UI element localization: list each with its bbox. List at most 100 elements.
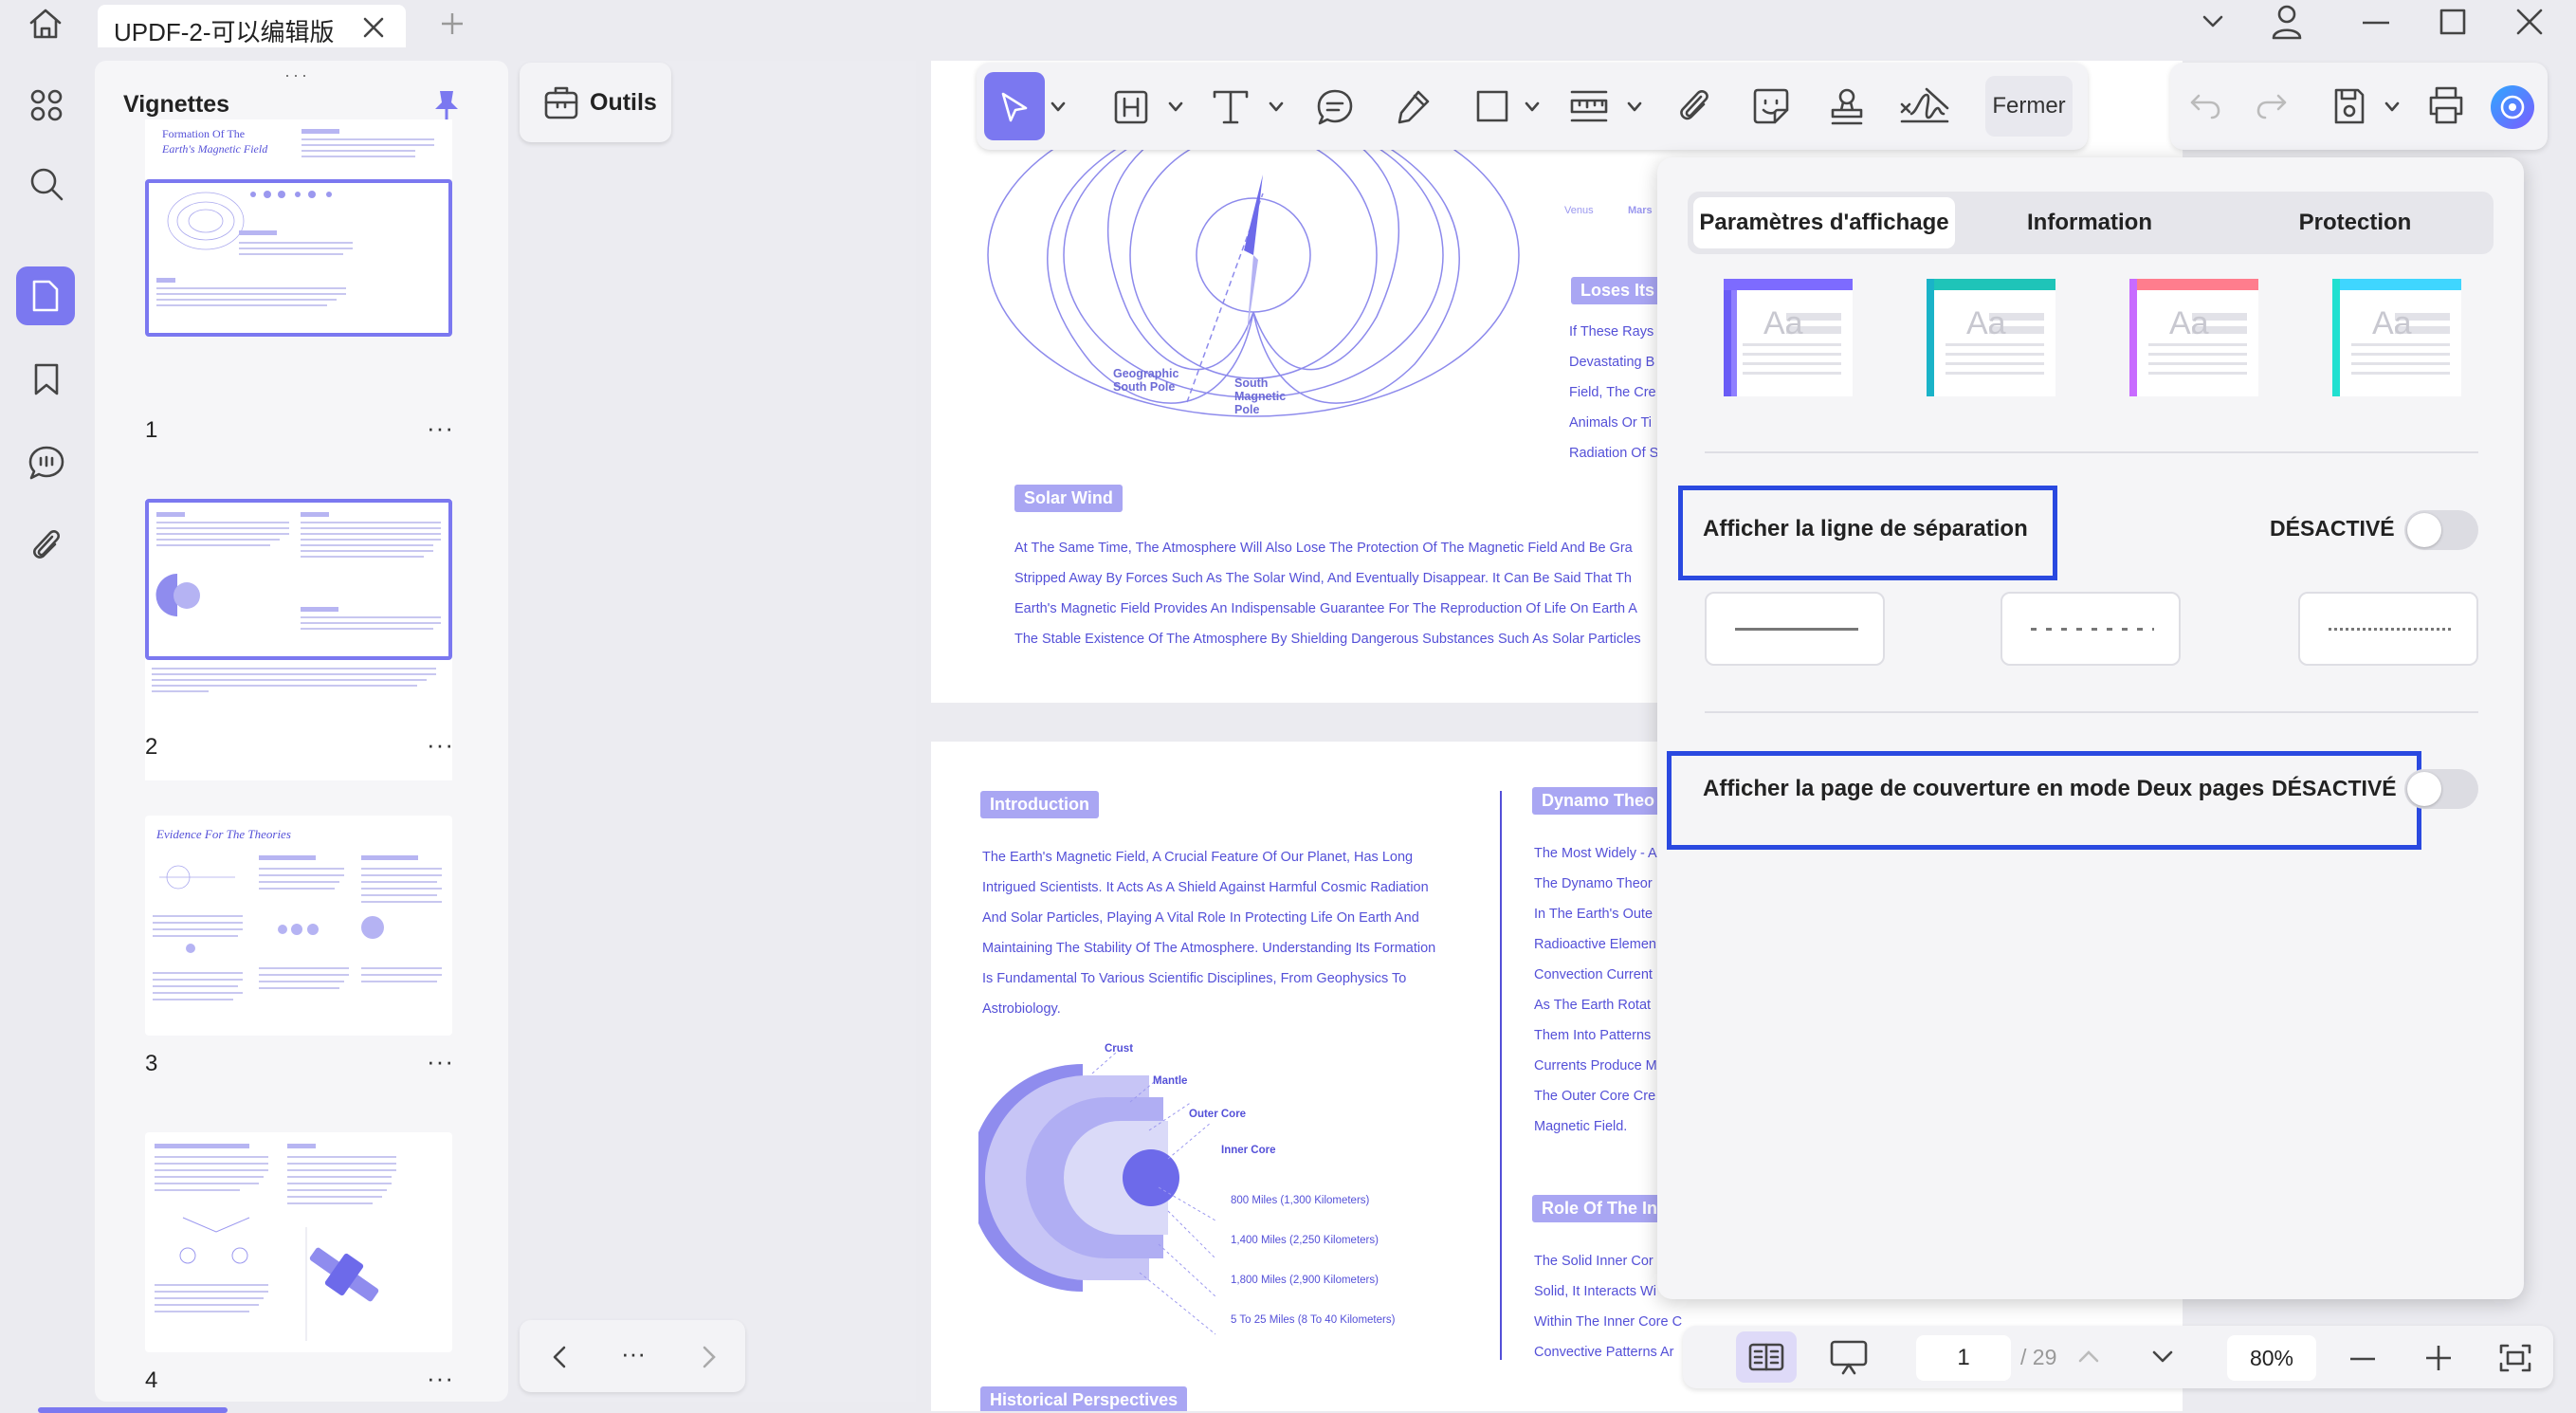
theme-sample-text: Aa [1763,305,1803,341]
thumbnails-panel: ··· Vignettes Formation Of The Formation… [95,61,508,1402]
theme-option-teal[interactable]: Aa [1927,279,2055,396]
pin-icon[interactable] [432,89,461,123]
thumbnail-page-2-footer [152,668,446,725]
thumbnails-icon[interactable] [16,266,75,325]
measure-dropdown-icon[interactable] [1627,101,1642,113]
role-line: Within The Inner Core C [1534,1314,1683,1330]
measure-icon[interactable] [1569,89,1609,123]
thumbnail-more-2[interactable]: ··· [427,730,454,760]
thumbnail-more-3[interactable]: ··· [427,1047,454,1076]
venus-label: Venus [1564,205,1594,216]
fit-page-icon[interactable] [2498,1343,2532,1373]
zoom-in-icon[interactable] [2426,1346,2451,1370]
dynamo-line: The Outer Core Cre [1534,1089,1656,1104]
outils-button[interactable]: Outils [520,63,671,142]
intro-line: Is Fundamental To Various Scientific Dis… [982,971,1407,986]
thumbnail-page-1[interactable]: Formation Of The [145,179,452,337]
zoom-input[interactable]: 80% [2227,1335,2316,1381]
dynamo-line: The Dynamo Theor [1534,876,1653,891]
new-tab-icon[interactable] [440,11,465,36]
south-pole-label: South Magnetic Pole [1234,376,1287,416]
role-line: Convective Patterns Ar [1534,1345,1674,1360]
resize-handle[interactable]: ··· [284,65,310,85]
dynamo-pill: Dynamo Theo [1532,787,1665,815]
tools-panel: Outils ··· [520,61,916,1402]
outils-label: Outils [590,89,657,116]
right-line: Devastating B [1569,355,1655,370]
redo-icon[interactable] [2256,93,2288,119]
select-dropdown-icon[interactable] [1050,101,1066,113]
account-icon[interactable] [2271,4,2303,40]
page-up-icon[interactable] [2077,1349,2100,1364]
search-icon[interactable] [17,155,76,213]
select-tool-button[interactable] [984,72,1045,140]
thumbnail-page-4[interactable] [145,1132,452,1352]
chevron-right-icon[interactable] [702,1345,717,1369]
comment-icon[interactable] [1316,88,1354,126]
chevron-left-icon[interactable] [552,1345,567,1369]
tab-information[interactable]: Information [1959,197,2220,248]
solar-line: Earth's Magnetic Field Provides An Indis… [1014,601,1637,616]
comments-icon[interactable] [17,433,76,492]
zoom-out-icon[interactable] [2350,1357,2375,1361]
thumb1-title-text: Formation Of The [162,127,246,140]
thumbnail-more-4[interactable]: ··· [427,1364,454,1393]
document-tab[interactable]: UPDF-2-可以编辑版 [98,5,406,47]
shape-dropdown-icon[interactable] [1525,101,1540,113]
separator-toggle[interactable] [2404,510,2478,550]
theme-option-cyan[interactable]: Aa [2332,279,2461,396]
nav-more[interactable]: ··· [621,1339,646,1368]
page-total: / 29 [2020,1345,2057,1369]
line-style-solid[interactable] [1705,592,1885,666]
close-tab-icon[interactable] [363,17,384,38]
cover-label: Afficher la page de couverture en mode D… [1703,776,2265,801]
text-icon[interactable] [1212,89,1250,125]
dynamo-line: Magnetic Field. [1534,1119,1628,1134]
thumbnail-page-3[interactable]: Evidence For The Theories [145,816,452,1036]
sticker-icon[interactable] [1752,87,1790,125]
right-line: Animals Or Ti [1569,415,1653,431]
tab-display-settings[interactable]: Paramètres d'affichage [1693,197,1955,248]
theme-option-purple[interactable]: Aa [1724,279,1853,396]
chevron-down-icon[interactable] [2201,14,2224,29]
line-style-dotted[interactable] [2298,592,2478,666]
attach-icon[interactable] [1676,87,1712,127]
cover-toggle[interactable] [2404,769,2478,809]
tab-protection[interactable]: Protection [2224,197,2486,248]
divider [1705,451,2478,453]
maximize-icon[interactable] [2439,9,2466,35]
dynamo-line: Them Into Patterns [1534,1028,1652,1043]
rectangle-icon[interactable] [1475,89,1509,123]
separator-label: Afficher la ligne de séparation [1703,516,2028,541]
page-down-icon[interactable] [2151,1349,2174,1365]
close-window-icon[interactable] [2516,9,2543,35]
right-line: Radiation Of S [1569,446,1659,461]
ai-assistant-icon[interactable] [2491,85,2534,129]
horizontal-scroll-indicator[interactable] [38,1407,228,1413]
stamp-icon[interactable] [1828,87,1866,127]
thumbnail-page-2[interactable] [145,499,452,660]
fermer-button[interactable]: Fermer [1985,76,2073,137]
theme-option-pink[interactable]: Aa [2129,279,2258,396]
signature-icon[interactable] [1898,85,1951,127]
save-icon[interactable] [2331,87,2366,125]
thumbnail-more-1[interactable]: ··· [427,413,454,443]
presentation-icon[interactable] [1829,1339,1869,1377]
heading-dropdown-icon[interactable] [1168,101,1183,113]
print-icon[interactable] [2426,85,2466,125]
apps-icon[interactable] [17,76,76,135]
save-dropdown-icon[interactable] [2384,101,2400,113]
text-dropdown-icon[interactable] [1269,101,1284,113]
thumbnail-number-1: 1 [145,417,158,443]
home-icon[interactable] [27,6,64,42]
pen-icon[interactable] [1394,88,1432,126]
bookmark-icon[interactable] [17,350,76,409]
cover-state: DÉSACTIVÉ [2272,776,2397,800]
two-page-view-button[interactable] [1736,1331,1797,1383]
heading-icon[interactable] [1113,89,1149,125]
page-input[interactable]: 1 [1916,1335,2011,1381]
attachment-icon[interactable] [17,517,76,576]
minimize-icon[interactable] [2363,21,2389,25]
line-style-dashed[interactable] [2001,592,2181,666]
undo-icon[interactable] [2189,93,2221,119]
